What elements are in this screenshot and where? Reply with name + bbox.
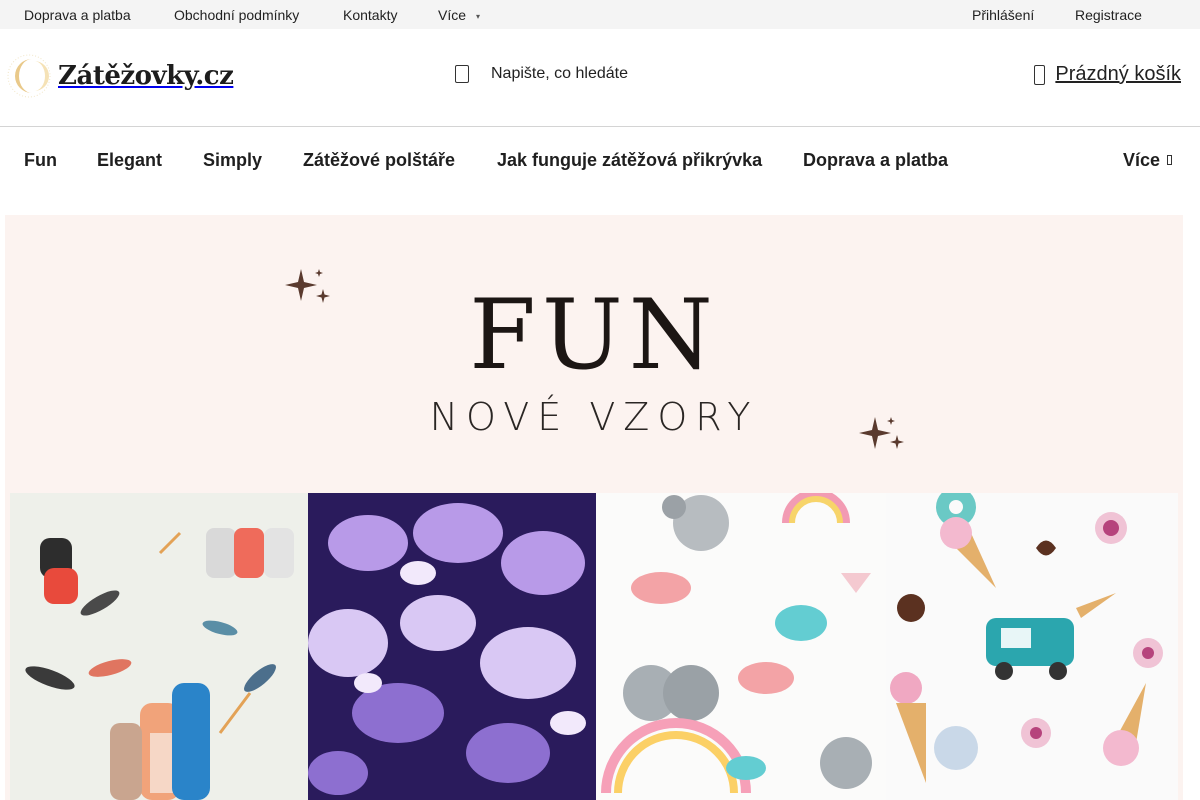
hero-subtitle: NOVÉ VZORY [429,395,759,439]
chevron-down-icon [1167,155,1172,165]
logo-text: Zátěžovky.cz [58,61,234,91]
nav-item-more[interactable]: Více [1123,150,1172,171]
fabric-tile-butterflies [308,493,596,800]
top-link-terms[interactable]: Obchodní podmínky [174,7,299,23]
cart-label: Prázdný košík [1055,63,1181,85]
chevron-down-icon: ▾ [476,11,481,21]
cart-button[interactable]: Prázdný košík [1034,63,1181,86]
cats-pattern-image [10,493,308,800]
top-utility-bar: Doprava a platba Obchodní podmínky Konta… [0,0,1200,29]
butterflies-pattern-image [308,493,596,800]
site-header: Zátěžovky.cz Napište, co hledáte Prázdný… [0,29,1200,127]
nav-item-how-it-works[interactable]: Jak funguje zátěžová přikrývka [497,150,762,171]
fabric-tile-ice-cream [886,493,1178,800]
fabric-tile-koalas [596,493,886,800]
fabric-tile-cats [10,493,308,800]
site-logo[interactable]: Zátěžovky.cz [6,46,234,106]
cart-icon [1034,64,1046,85]
login-link[interactable]: Přihlášení [972,7,1034,23]
nav-item-simply[interactable]: Simply [203,150,262,171]
search-bar[interactable]: Napište, co hledáte [455,65,628,83]
top-link-more[interactable]: Více ▾ [438,7,480,23]
nav-item-shipping[interactable]: Doprava a platba [803,150,948,171]
top-link-shipping[interactable]: Doprava a platba [24,7,131,23]
nav-item-elegant[interactable]: Elegant [97,150,162,171]
nav-item-fun[interactable]: Fun [24,150,57,171]
top-link-contacts[interactable]: Kontakty [343,7,397,23]
search-input[interactable]: Napište, co hledáte [491,65,628,83]
ice-cream-pattern-image [886,493,1178,800]
top-link-more-label: Více [438,7,467,23]
koalas-pattern-image [596,493,886,800]
nav-item-pillows[interactable]: Zátěžové polštáře [303,150,455,171]
nav-more-label: Více [1122,150,1160,170]
moon-logo-icon [6,53,52,99]
fabric-tiles [10,493,1178,800]
hero-banner[interactable]: FUN NOVÉ VZORY [5,215,1183,800]
main-nav: Fun Elegant Simply Zátěžové polštáře Jak… [0,127,1200,195]
register-link[interactable]: Registrace [1075,7,1142,23]
search-icon [455,65,469,83]
hero-title: FUN [469,279,719,391]
